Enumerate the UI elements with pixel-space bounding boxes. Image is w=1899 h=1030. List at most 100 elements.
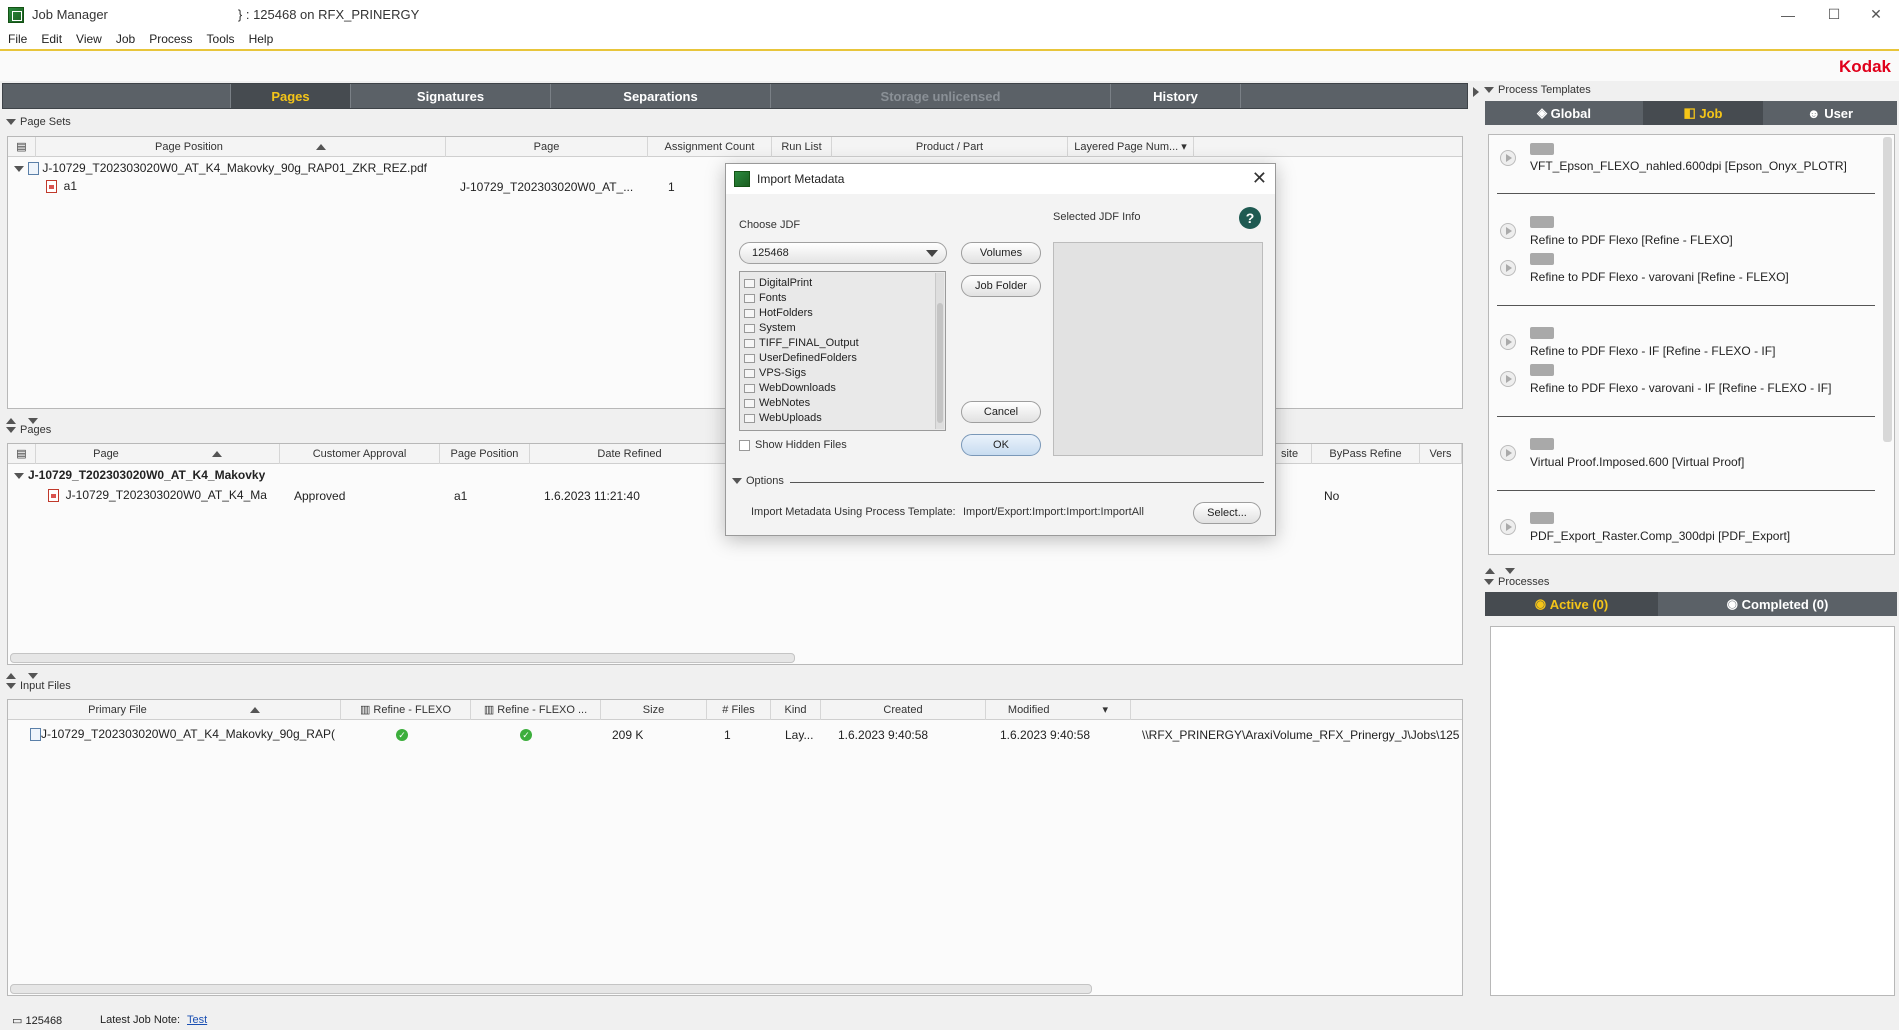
close-button[interactable]: ✕: [1853, 0, 1899, 29]
folder-icon: [744, 323, 755, 333]
folder-item[interactable]: WebUploads: [744, 412, 822, 424]
tab-signatures[interactable]: Signatures: [350, 84, 550, 108]
page-set-row-page[interactable]: J-10729_T202303020W0_AT_...: [460, 180, 650, 194]
col-page-position[interactable]: Page Position: [440, 444, 530, 464]
col-customer-approval[interactable]: Customer Approval: [280, 444, 440, 464]
menu-process[interactable]: Process: [149, 32, 192, 46]
template-item[interactable]: PDF_Export_Raster.Comp_300dpi [PDF_Expor…: [1530, 529, 1790, 543]
col-assignment-count[interactable]: Assignment Count: [648, 137, 772, 157]
col-kind[interactable]: Kind: [771, 700, 821, 720]
template-item[interactable]: Refine to PDF Flexo - varovani [Refine -…: [1530, 270, 1789, 284]
folder-list[interactable]: DigitalPrint Fonts HotFolders System TIF…: [739, 271, 946, 431]
pages-header[interactable]: Pages: [6, 424, 51, 436]
col-date-refined[interactable]: Date Refined: [530, 444, 730, 464]
volumes-button[interactable]: Volumes: [961, 242, 1041, 264]
process-templates-header[interactable]: Process Templates: [1484, 84, 1591, 96]
splitter-down-icon[interactable]: [1505, 563, 1519, 577]
tab-pages[interactable]: Pages: [230, 84, 350, 108]
col-files[interactable]: # Files: [707, 700, 771, 720]
processes-header[interactable]: Processes: [1484, 576, 1549, 588]
folder-item[interactable]: VPS-Sigs: [744, 367, 806, 379]
run-template-icon[interactable]: [1500, 445, 1516, 461]
view-toggle-icon[interactable]: ▤: [8, 444, 36, 464]
run-template-icon[interactable]: [1500, 334, 1516, 350]
horizontal-scrollbar[interactable]: [10, 653, 795, 663]
cancel-button[interactable]: Cancel: [961, 401, 1041, 423]
col-created[interactable]: Created: [821, 700, 986, 720]
col-run-list[interactable]: Run List: [772, 137, 832, 157]
folder-item[interactable]: HotFolders: [744, 307, 813, 319]
pdf-icon: [46, 180, 57, 194]
run-template-icon[interactable]: [1500, 150, 1516, 166]
horizontal-scrollbar[interactable]: [10, 984, 1092, 994]
menu-job[interactable]: Job: [116, 32, 135, 46]
tree-row-group[interactable]: J-10729_T202303020W0_AT_K4_Makovky: [14, 468, 265, 482]
col-bypass-refine[interactable]: ByPass Refine: [1312, 444, 1420, 464]
run-template-icon[interactable]: [1500, 223, 1516, 239]
job-folder-button[interactable]: Job Folder: [961, 275, 1041, 297]
template-item[interactable]: Refine to PDF Flexo - IF [Refine - FLEXO…: [1530, 344, 1775, 358]
col-size[interactable]: Size: [601, 700, 707, 720]
page-row-name[interactable]: J-10729_T202303020W0_AT_K4_Ma: [48, 488, 280, 503]
folder-item[interactable]: UserDefinedFolders: [744, 352, 857, 364]
options-toggle[interactable]: Options: [732, 475, 784, 487]
folder-item[interactable]: DigitalPrint: [744, 277, 812, 289]
folder-item[interactable]: System: [744, 322, 796, 334]
tab-completed-processes[interactable]: ◉ Completed (0): [1658, 592, 1897, 616]
tab-history[interactable]: History: [1110, 84, 1240, 108]
tab-user[interactable]: ☻ User: [1763, 101, 1897, 125]
col-page-position[interactable]: Page Position: [36, 137, 446, 157]
folder-item[interactable]: TIFF_FINAL_Output: [744, 337, 859, 349]
run-template-icon[interactable]: [1500, 519, 1516, 535]
vertical-scrollbar[interactable]: [1883, 137, 1892, 442]
tab-separations[interactable]: Separations: [550, 84, 770, 108]
status-note-link[interactable]: Test: [187, 1014, 207, 1026]
folder-item[interactable]: WebDownloads: [744, 382, 836, 394]
minimize-button[interactable]: —: [1765, 0, 1811, 29]
show-hidden-files-checkbox[interactable]: Show Hidden Files: [739, 439, 847, 451]
folder-item[interactable]: Fonts: [744, 292, 787, 304]
col-product-part[interactable]: Product / Part: [832, 137, 1068, 157]
col-primary-file[interactable]: Primary File: [8, 700, 341, 720]
tab-job[interactable]: ◧ Job: [1643, 101, 1763, 125]
page-set-row-position[interactable]: a1: [46, 179, 77, 194]
tree-row-file[interactable]: J-10729_T202303020W0_AT_K4_Makovky_90g_R…: [14, 161, 427, 176]
select-template-button[interactable]: Select...: [1193, 502, 1261, 524]
menu-file[interactable]: File: [8, 32, 27, 46]
main-tab-bar: Pages Signatures Separations Storage unl…: [2, 83, 1468, 109]
menu-view[interactable]: View: [76, 32, 102, 46]
col-refine-flexo-2[interactable]: ▥ Refine - FLEXO ...: [471, 700, 601, 720]
menu-edit[interactable]: Edit: [41, 32, 62, 46]
col-page[interactable]: Page: [36, 444, 280, 464]
process-tabs: ◉ Active (0) ◉ Completed (0): [1485, 592, 1897, 616]
col-page[interactable]: Page: [446, 137, 648, 157]
tab-global[interactable]: ◈ Global: [1485, 101, 1643, 125]
input-files-header[interactable]: Input Files: [6, 680, 71, 692]
col-version[interactable]: Vers: [1420, 444, 1462, 464]
menu-help[interactable]: Help: [249, 32, 274, 46]
run-template-icon[interactable]: [1500, 371, 1516, 387]
menu-tools[interactable]: Tools: [207, 32, 235, 46]
folder-list-scrollbar[interactable]: [935, 273, 944, 429]
template-item[interactable]: Virtual Proof.Imposed.600 [Virtual Proof…: [1530, 455, 1744, 469]
maximize-button[interactable]: ☐: [1811, 0, 1857, 29]
jdf-select[interactable]: 125468: [739, 242, 947, 264]
col-modified[interactable]: Modified ▾: [986, 700, 1131, 720]
template-item[interactable]: VFT_Epson_FLEXO_nahled.600dpi [Epson_Ony…: [1530, 159, 1847, 173]
run-template-icon[interactable]: [1500, 260, 1516, 276]
template-item[interactable]: Refine to PDF Flexo [Refine - FLEXO]: [1530, 233, 1733, 247]
user-icon: ☻: [1806, 105, 1821, 121]
help-icon[interactable]: ?: [1239, 207, 1261, 229]
dialog-close-icon[interactable]: ✕: [1252, 168, 1267, 189]
view-toggle-icon[interactable]: ▤: [8, 137, 36, 157]
ok-button[interactable]: OK: [961, 434, 1041, 456]
template-item[interactable]: Refine to PDF Flexo - varovani - IF [Ref…: [1530, 381, 1831, 395]
tab-active-processes[interactable]: ◉ Active (0): [1485, 592, 1658, 616]
side-collapse-icon[interactable]: [1473, 86, 1479, 100]
folder-item[interactable]: WebNotes: [744, 397, 810, 409]
splitter-up-icon[interactable]: [1485, 563, 1495, 577]
col-refine-flexo[interactable]: ▥ Refine - FLEXO: [341, 700, 471, 720]
input-file-name[interactable]: J-10729_T202303020W0_AT_K4_Makovky_90g_R…: [30, 727, 340, 742]
page-sets-header[interactable]: Page Sets: [6, 116, 71, 128]
col-layered-page-num[interactable]: Layered Page Num... ▾: [1068, 137, 1194, 157]
